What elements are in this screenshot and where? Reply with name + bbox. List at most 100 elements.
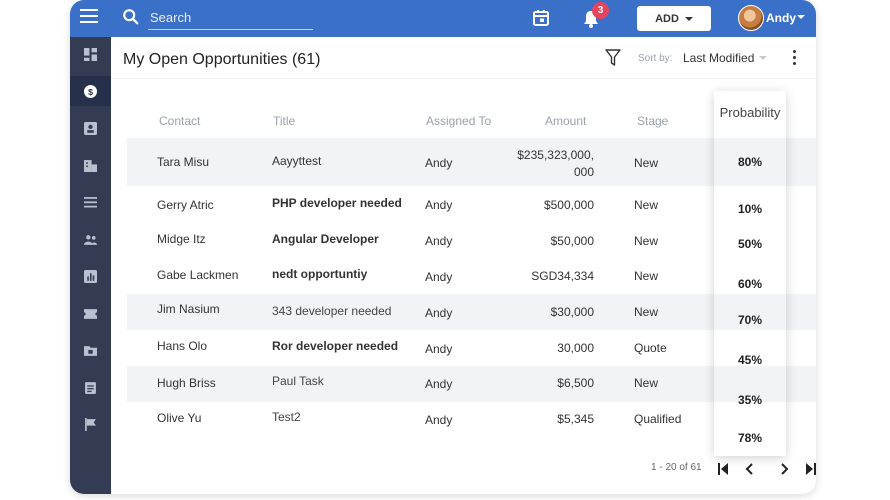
chevron-left-icon[interactable]: [745, 463, 753, 475]
column-header-stage[interactable]: Stage: [637, 114, 668, 128]
assigned-cell: Andy: [425, 377, 453, 391]
column-header-contact[interactable]: Contact: [159, 114, 200, 128]
contact-cell: Hugh Briss: [157, 376, 216, 390]
chevron-down-icon[interactable]: [797, 15, 805, 19]
title-cell: PHP developer needed: [272, 196, 402, 210]
probability-cell: 10%: [737, 202, 763, 216]
top-bar: 3 ADD Andy: [70, 0, 816, 37]
assigned-cell: Andy: [425, 413, 453, 427]
avatar[interactable]: [738, 5, 764, 31]
probability-cell: 78%: [737, 431, 763, 445]
amount-line: 000: [573, 165, 594, 179]
chevron-right-icon[interactable]: [781, 463, 789, 475]
table-row[interactable]: Tara Misu Aayyttest Andy $235,323,000, 0…: [127, 138, 816, 186]
amount-cell: 30,000: [557, 341, 594, 355]
stage-cell: New: [634, 234, 659, 248]
sort-dropdown[interactable]: Last Modified: [683, 51, 754, 65]
sidebar-item-people[interactable]: [70, 224, 111, 254]
title-cell: nedt opportuntiy: [272, 267, 368, 281]
table-row[interactable]: Olive Yu Test2 Andy $5,345 Qualified: [127, 402, 816, 437]
title-cell: Paul Task: [272, 374, 324, 388]
stage-cell: New: [634, 305, 659, 319]
contact-cell: Gabe Lackmen: [157, 268, 239, 282]
assigned-cell: Andy: [425, 270, 453, 284]
table-row[interactable]: Hans Olo Ror developer needed Andy 30,00…: [127, 330, 816, 366]
contact-cell: Olive Yu: [157, 411, 202, 425]
sidebar-item-opportunities[interactable]: $: [70, 76, 111, 106]
contact-cell: Midge Itz: [157, 232, 206, 246]
sidebar-item-goals[interactable]: [70, 409, 111, 439]
sidebar-item-files[interactable]: [70, 335, 111, 365]
table-row[interactable]: Gabe Lackmen nedt opportuntiy Andy SGD34…: [127, 258, 816, 294]
sidebar-item-tickets[interactable]: [70, 298, 111, 328]
title-cell: 343 developer needed: [272, 304, 392, 318]
probability-column: Probability 80% 10% 50% 60% 70% 45% 35% …: [714, 91, 786, 456]
assigned-cell: Andy: [425, 306, 453, 320]
chevron-down-icon[interactable]: [759, 56, 767, 60]
clipboard-icon: [85, 381, 96, 394]
sidebar-item-contacts[interactable]: [70, 113, 111, 143]
sidebar-item-tasks[interactable]: [70, 372, 111, 402]
search-icon[interactable]: [122, 8, 140, 26]
column-header-title[interactable]: Title: [273, 114, 295, 128]
assigned-cell: Andy: [425, 234, 453, 248]
search-input[interactable]: [148, 6, 313, 30]
filter-icon[interactable]: [605, 49, 621, 67]
add-button-label: ADD: [655, 12, 679, 25]
app-window: 3 ADD Andy $: [70, 0, 816, 494]
stage-cell: New: [634, 269, 659, 283]
list-icon: [84, 196, 97, 207]
add-button[interactable]: ADD: [637, 6, 711, 31]
stage-cell: New: [634, 376, 659, 390]
sort-label: Sort by:: [638, 53, 673, 64]
stage-cell: New: [634, 198, 659, 212]
building-icon: [84, 159, 97, 172]
last-page-icon[interactable]: [806, 463, 816, 475]
more-vertical-icon[interactable]: [791, 50, 797, 66]
contact-cell: Jim Nasium: [157, 302, 220, 316]
menu-icon[interactable]: [80, 9, 98, 27]
column-header-assigned[interactable]: Assigned To: [426, 114, 491, 128]
sidebar-item-dashboard[interactable]: [70, 39, 111, 69]
svg-text:$: $: [88, 86, 93, 96]
title-cell: Test2: [272, 410, 301, 424]
title-cell: Angular Developer: [272, 232, 379, 246]
dollar-icon: $: [84, 84, 97, 98]
title-cell: Ror developer needed: [272, 339, 399, 353]
first-page-icon[interactable]: [718, 463, 728, 475]
column-header-amount[interactable]: Amount: [545, 114, 586, 128]
contact-cell: Gerry Atric: [157, 198, 214, 212]
ticket-icon: [84, 308, 97, 319]
column-header-probability[interactable]: Probability: [714, 105, 786, 120]
table-row[interactable]: Gerry Atric PHP developer needed Andy $5…: [127, 187, 816, 222]
amount-cell: $30,000: [550, 305, 594, 319]
page-header: My Open Opportunities (61) Sort by: Last…: [111, 37, 816, 79]
amount-cell: SGD34,334: [531, 269, 594, 283]
probability-cell: 45%: [737, 353, 763, 367]
contact-cell: Tara Misu: [157, 155, 210, 169]
amount-line: $235,323,000,: [517, 148, 594, 162]
sidebar-item-reports[interactable]: [70, 261, 111, 291]
people-icon: [84, 234, 97, 245]
table-row[interactable]: Hugh Briss Paul Task Andy $6,500 New: [127, 366, 816, 402]
assigned-cell: Andy: [425, 156, 453, 170]
assigned-cell: Andy: [425, 198, 453, 212]
table-row[interactable]: Jim Nasium 343 developer needed Andy $30…: [127, 294, 816, 330]
title-cell: Aayyttest: [272, 154, 322, 168]
sidebar-item-companies[interactable]: [70, 150, 111, 180]
stage-cell: Quote: [634, 341, 667, 355]
report-icon: [84, 269, 97, 283]
sidebar-item-lists[interactable]: [70, 187, 111, 217]
amount-cell: $500,000: [543, 198, 594, 212]
stage-cell: New: [634, 156, 659, 170]
assigned-cell: Andy: [425, 342, 453, 356]
dashboard-icon: [84, 47, 97, 61]
probability-cell: 60%: [737, 277, 763, 291]
probability-cell: 70%: [737, 313, 763, 327]
table-row[interactable]: Midge Itz Angular Developer Andy $50,000…: [127, 222, 816, 258]
probability-cell: 50%: [737, 237, 763, 251]
sidebar: $: [70, 37, 111, 494]
user-name[interactable]: Andy: [766, 11, 796, 25]
folder-icon: [84, 345, 97, 356]
calendar-icon[interactable]: [532, 9, 550, 27]
